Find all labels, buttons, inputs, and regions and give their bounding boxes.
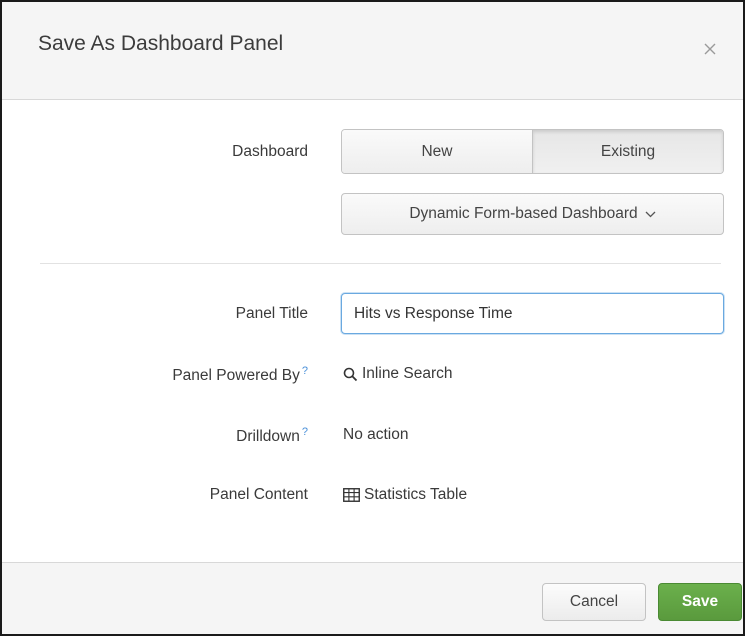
- inline-search-text: Inline Search: [362, 365, 453, 382]
- statistics-table-text: Statistics Table: [364, 486, 468, 503]
- panel-powered-by-label: Panel Powered By?: [48, 365, 308, 385]
- dialog-header: Save As Dashboard Panel: [2, 2, 743, 100]
- help-icon[interactable]: ?: [302, 426, 308, 438]
- section-divider: [40, 263, 721, 264]
- chevron-down-icon: [645, 211, 656, 218]
- panel-powered-by-value: Inline Search: [343, 365, 452, 383]
- table-icon: [343, 488, 360, 502]
- panel-powered-by-label-text: Panel Powered By: [172, 367, 300, 385]
- dashboard-select[interactable]: Dynamic Form-based Dashboard: [341, 193, 724, 235]
- close-icon[interactable]: [703, 42, 717, 56]
- panel-content-label: Panel Content: [209, 486, 308, 503]
- dialog-title: Save As Dashboard Panel: [38, 32, 284, 55]
- new-dashboard-button[interactable]: New: [342, 130, 533, 173]
- dialog-footer: Cancel Save: [2, 562, 743, 634]
- panel-title-label: Panel Title: [235, 305, 308, 322]
- dashboard-mode-toggle: New Existing: [341, 129, 724, 174]
- cancel-button[interactable]: Cancel: [542, 583, 646, 621]
- save-dashboard-panel-dialog: Save As Dashboard Panel Dashboard New Ex…: [0, 0, 745, 636]
- existing-dashboard-button[interactable]: Existing: [533, 130, 723, 173]
- help-icon[interactable]: ?: [302, 365, 308, 377]
- drilldown-label-text: Drilldown: [236, 428, 300, 446]
- dashboard-select-value: Dynamic Form-based Dashboard: [409, 205, 638, 222]
- panel-title-input[interactable]: [341, 293, 724, 334]
- search-icon: [343, 367, 358, 382]
- drilldown-value: No action: [343, 426, 409, 443]
- drilldown-label: Drilldown?: [48, 426, 308, 446]
- dashboard-label: Dashboard: [232, 143, 308, 160]
- save-button[interactable]: Save: [658, 583, 742, 621]
- panel-content-value: Statistics Table: [343, 486, 467, 504]
